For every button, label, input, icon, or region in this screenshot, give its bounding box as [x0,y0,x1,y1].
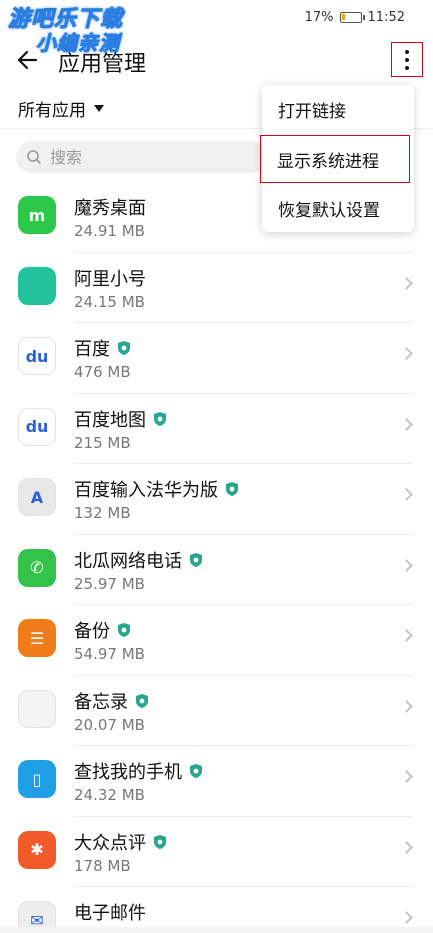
chevron-right-icon [400,840,413,854]
filter-label: 所有应用 [18,101,86,121]
app-size: 476 MB [74,363,131,381]
app-name: 北瓜网络电话 [74,547,202,573]
security-shield-icon [154,834,166,849]
app-name-text: 百度地图 [74,409,146,431]
arrow-left-icon [17,50,38,70]
app-name-text: 魔秀桌面 [74,198,146,219]
app-name: 大众点评 [74,829,166,855]
chevron-right-icon [400,417,413,431]
chevron-right-icon [400,699,413,713]
caret-down-icon [94,105,104,112]
app-name: 备份 [74,617,130,643]
battery-icon [339,12,365,23]
menu-item-restore-defaults[interactable]: 恢复默认设置 [262,184,414,232]
notes-icon [18,689,56,728]
app-list-item[interactable]: du 百度 476 MB [0,323,433,394]
security-shield-icon [226,482,238,496]
chevron-right-icon [400,558,413,572]
chevron-right-icon [400,770,413,783]
more-options-button[interactable] [391,42,423,77]
app-name-text: 备忘录 [74,691,128,713]
baidu-icon: du [18,337,56,375]
app-name-text: 电子邮件 [74,903,146,924]
app-name: 百度地图 [74,406,166,432]
app-name: 电子邮件 [74,899,146,925]
chevron-right-icon [400,488,413,501]
app-name-text: 百度输入法华为版 [74,480,218,501]
app-name: 百度输入法华为版 [74,476,238,502]
app-size: 215 MB [74,433,131,452]
app-list-item[interactable]: ✆ 北瓜网络电话 25.97 MB [0,535,433,605]
security-shield-icon [190,764,202,778]
search-box[interactable] [16,141,266,173]
app-list-item[interactable]: 备忘录 20.07 MB [0,676,433,746]
chevron-right-icon [400,911,413,924]
app-name: 阿里小号 [74,265,146,291]
bottom-edge [0,927,433,933]
app-name-text: 备份 [74,621,110,642]
back-button[interactable] [14,46,46,78]
app-name-text: 百度 [74,339,110,360]
moxiu-icon: m [18,196,56,234]
menu-item-show-system-processes[interactable]: 显示系统进程 [260,135,410,183]
watermark-line1: 游吧乐下载 [8,7,124,32]
menu-item-open-link[interactable]: 打开链接 [262,85,414,133]
header: 应用管理 [0,40,433,84]
app-list-item[interactable]: ☰ 备份 54.97 MB [0,605,433,676]
app-filter-dropdown[interactable]: 所有应用 [18,96,104,121]
status-indicators: 17% 11:52 [305,10,405,25]
app-name: 百度 [74,335,130,361]
ali-xiaohao-icon [18,266,56,305]
app-size: 24.32 MB [74,786,145,804]
app-list-item[interactable]: A 百度输入法华为版 132 MB [0,464,433,535]
app-list-item[interactable]: du 百度地图 215 MB [0,394,433,464]
security-shield-icon [118,341,130,355]
app-management-screen: 17% 11:52 游吧乐下载 小编亲测 应用管理 所有应用 m魔秀桌面24.9 [0,0,433,933]
search-input[interactable] [50,147,250,167]
app-size: 24.15 MB [74,292,145,311]
app-name-text: 大众点评 [74,832,146,854]
more-dot [405,65,409,70]
app-size: 24.91 MB [74,222,145,240]
backup-icon: ☰ [18,619,56,657]
app-name: 魔秀桌面 [74,194,146,220]
more-dot [405,57,409,62]
clock: 11:52 [367,10,405,25]
dianping-icon: ✱ [18,830,56,869]
chevron-right-icon [400,629,413,642]
baidu-input-icon: A [18,478,56,516]
baidu-map-icon: du [18,407,56,446]
app-size: 132 MB [74,504,131,522]
app-name: 查找我的手机 [74,758,202,784]
security-shield-icon [118,623,130,637]
battery-percent: 17% [304,10,334,25]
app-size: 54.97 MB [74,645,145,663]
app-list-item[interactable]: ▯ 查找我的手机 24.32 MB [0,746,433,817]
app-name-text: 阿里小号 [74,268,146,290]
more-vertical-icon [405,49,409,54]
security-shield-icon [154,411,166,426]
chevron-right-icon [400,276,413,290]
app-name-text: 北瓜网络电话 [74,550,182,572]
app-list-item[interactable]: 阿里小号 24.15 MB [0,253,433,323]
page-title: 应用管理 [58,52,147,77]
search-icon [27,150,41,164]
security-shield-icon [136,693,148,708]
app-name: 备忘录 [74,688,148,714]
security-shield-icon [190,552,202,567]
app-size: 20.07 MB [74,715,145,734]
app-size: 178 MB [74,856,131,875]
chevron-right-icon [400,347,413,360]
phone-icon: ✆ [18,548,56,587]
app-list-item[interactable]: ✱ 大众点评 178 MB [0,817,433,887]
app-size: 25.97 MB [74,574,145,593]
app-list: m 魔秀桌面 24.91 MB 阿里小号 24.15 MB du 百度 476 MB du 百度地… [0,182,433,933]
overflow-menu: 打开链接 显示系统进程 恢复默认设置 [260,85,414,232]
app-name-text: 查找我的手机 [74,762,182,783]
find-phone-icon: ▯ [18,760,56,798]
